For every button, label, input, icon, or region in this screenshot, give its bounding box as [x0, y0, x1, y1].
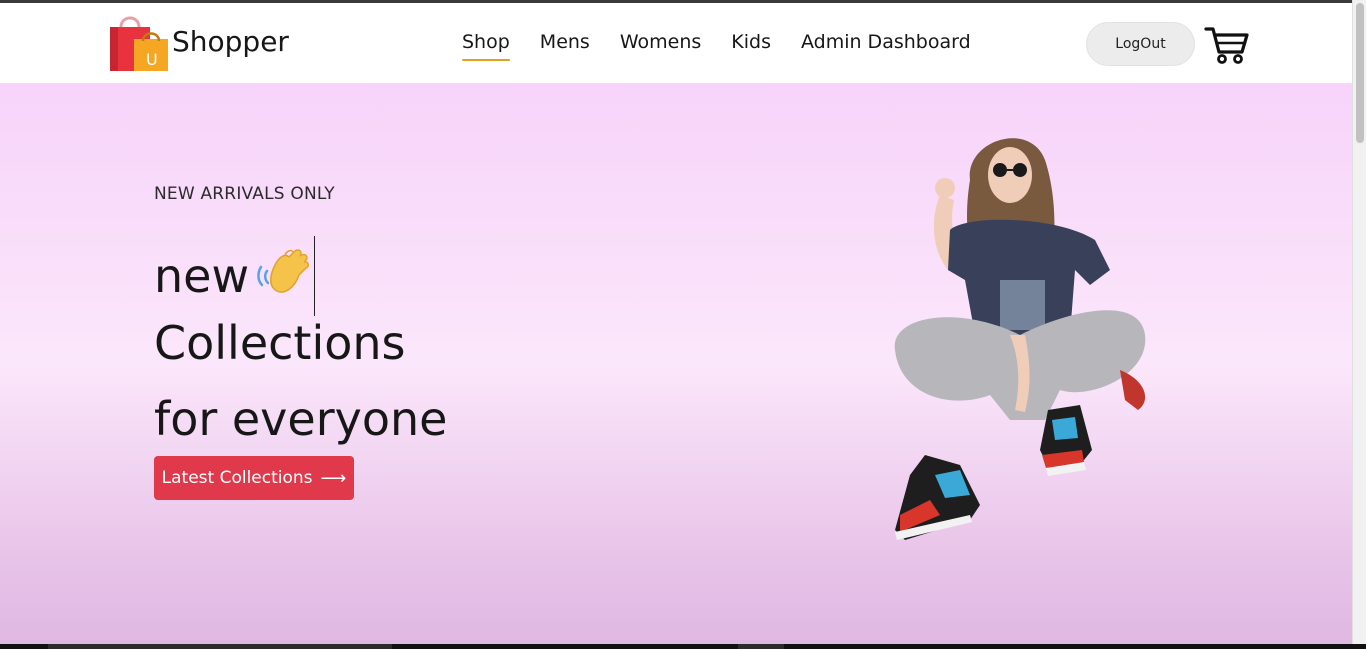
taskbar-strip: [0, 644, 1366, 649]
hero-model-image: [870, 120, 1170, 575]
shopper-logo[interactable]: U: [108, 13, 172, 75]
latest-collections-label: Latest Collections: [161, 468, 313, 488]
shopping-cart-icon: [1204, 27, 1249, 64]
hero-headline-word: new: [154, 249, 250, 303]
arrow-right-icon: ⟶: [320, 467, 347, 489]
brand-name[interactable]: Shopper: [172, 25, 289, 58]
hero-subtitle: NEW ARRIVALS ONLY: [154, 184, 335, 204]
hero-headline-line-3: for everyone: [154, 392, 448, 446]
taskbar-segment: [48, 644, 392, 649]
nav-item-admin-dashboard[interactable]: Admin Dashboard: [801, 31, 971, 53]
nav-item-kids[interactable]: Kids: [731, 31, 771, 53]
nav-item-mens[interactable]: Mens: [540, 31, 590, 53]
shopping-bag-logo-icon: U: [110, 16, 168, 71]
text-caret: [314, 236, 316, 316]
latest-collections-button[interactable]: Latest Collections ⟶: [154, 456, 354, 500]
waving-hand-icon: [255, 243, 311, 310]
scrollbar-thumb[interactable]: [1356, 3, 1364, 143]
page-scrollbar[interactable]: [1352, 0, 1366, 644]
logout-button[interactable]: LogOut: [1086, 22, 1195, 66]
taskbar-segment: [738, 644, 784, 649]
navbar: U Shopper Shop Mens Womens Kids Admin Da…: [0, 3, 1352, 84]
nav-item-shop[interactable]: Shop: [462, 31, 510, 61]
hero-section: NEW ARRIVALS ONLY new Collections for ev…: [0, 84, 1352, 644]
cart-button[interactable]: [1204, 25, 1250, 70]
nav-menu: Shop Mens Womens Kids Admin Dashboard: [462, 31, 971, 61]
nav-item-womens[interactable]: Womens: [620, 31, 701, 53]
hero-headline-line-2: Collections: [154, 316, 406, 370]
hero-headline-line-1: new: [154, 236, 316, 316]
logo-letter: U: [146, 50, 158, 69]
